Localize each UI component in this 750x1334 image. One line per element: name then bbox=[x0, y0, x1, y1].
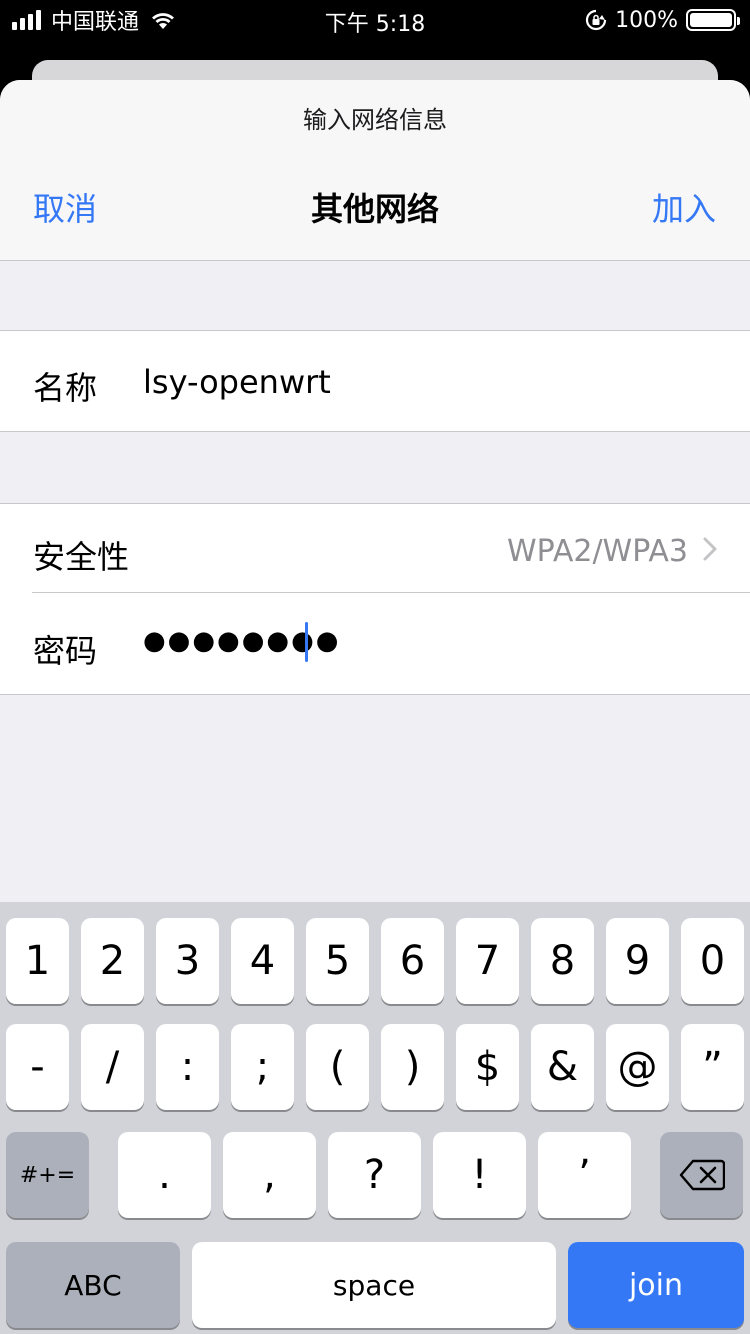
name-row[interactable]: 名称 lsy-openwrt bbox=[0, 331, 750, 431]
join-button[interactable]: 加入 bbox=[652, 184, 716, 230]
page-title: 其他网络 bbox=[310, 190, 439, 228]
status-bar: 中国联通 下午 5:18 100% bbox=[0, 0, 750, 40]
key-symbol-6[interactable]: $ bbox=[456, 1024, 519, 1110]
key-digit-0[interactable]: 1 bbox=[6, 918, 69, 1004]
key-digit-4[interactable]: 5 bbox=[306, 918, 369, 1004]
key-digit-7[interactable]: 8 bbox=[531, 918, 594, 1004]
password-row[interactable]: 密码 ●●●●●●●● bbox=[0, 592, 750, 694]
key-more-symbols[interactable]: #+= bbox=[6, 1132, 89, 1218]
status-right: 100% bbox=[585, 6, 740, 34]
keyboard: 1234567890 - /:;() $ & @” #+= .,?!’ ABC spac… bbox=[0, 902, 750, 1334]
rotation-lock-icon bbox=[586, 9, 607, 31]
backspace-icon bbox=[679, 1159, 725, 1191]
battery-percent: 100% bbox=[615, 7, 678, 33]
navigation-bar: 输入网络信息 取消 其他网络 加入 bbox=[0, 80, 750, 261]
name-label: 名称 bbox=[33, 369, 98, 407]
key-digit-1[interactable]: 2 bbox=[81, 918, 144, 1004]
space-key[interactable]: space bbox=[192, 1242, 556, 1328]
join-key[interactable]: join bbox=[568, 1242, 744, 1328]
key-symbol-2[interactable]: : bbox=[156, 1024, 219, 1110]
key-punct-3[interactable]: ! bbox=[433, 1132, 526, 1218]
key-symbol-0[interactable]: - bbox=[6, 1024, 69, 1110]
chevron-right-icon bbox=[703, 537, 717, 561]
key-symbol-7[interactable]: & bbox=[531, 1024, 594, 1110]
network-name-field[interactable]: lsy-openwrt bbox=[143, 363, 331, 401]
key-digit-3[interactable]: 4 bbox=[231, 918, 294, 1004]
text-cursor bbox=[305, 622, 308, 662]
key-symbol-8[interactable]: @ bbox=[606, 1024, 669, 1110]
key-digit-9[interactable]: 0 bbox=[681, 918, 744, 1004]
sheet-prompt: 输入网络信息 bbox=[303, 106, 447, 134]
delete-key[interactable] bbox=[660, 1132, 743, 1218]
key-digit-8[interactable]: 9 bbox=[606, 918, 669, 1004]
key-digit-6[interactable]: 7 bbox=[456, 918, 519, 1004]
key-symbol-1[interactable]: / bbox=[81, 1024, 144, 1110]
key-symbol-5[interactable]: ) bbox=[381, 1024, 444, 1110]
key-punct-4[interactable]: ’ bbox=[538, 1132, 631, 1218]
password-label: 密码 bbox=[33, 632, 98, 670]
key-digit-2[interactable]: 3 bbox=[156, 918, 219, 1004]
name-group: 名称 lsy-openwrt bbox=[0, 330, 750, 432]
security-row[interactable]: 安全性 WPA2/WPA3 bbox=[0, 504, 750, 592]
password-field[interactable]: ●●●●●●●● bbox=[143, 626, 341, 656]
key-digit-5[interactable]: 6 bbox=[381, 918, 444, 1004]
security-group: 安全性 WPA2/WPA3 密码 ●●●●●●●● bbox=[0, 503, 750, 695]
battery-icon bbox=[686, 9, 740, 31]
key-punct-2[interactable]: ? bbox=[328, 1132, 421, 1218]
key-symbol-4[interactable]: ( bbox=[306, 1024, 369, 1110]
cancel-button[interactable]: 取消 bbox=[33, 184, 97, 230]
abc-key[interactable]: ABC bbox=[6, 1242, 180, 1328]
key-punct-1[interactable]: , bbox=[223, 1132, 316, 1218]
security-label: 安全性 bbox=[33, 538, 130, 576]
security-value: WPA2/WPA3 bbox=[507, 534, 688, 569]
key-symbol-9[interactable]: ” bbox=[681, 1024, 744, 1110]
key-symbol-3[interactable]: ; bbox=[231, 1024, 294, 1110]
key-punct-0[interactable]: . bbox=[118, 1132, 211, 1218]
